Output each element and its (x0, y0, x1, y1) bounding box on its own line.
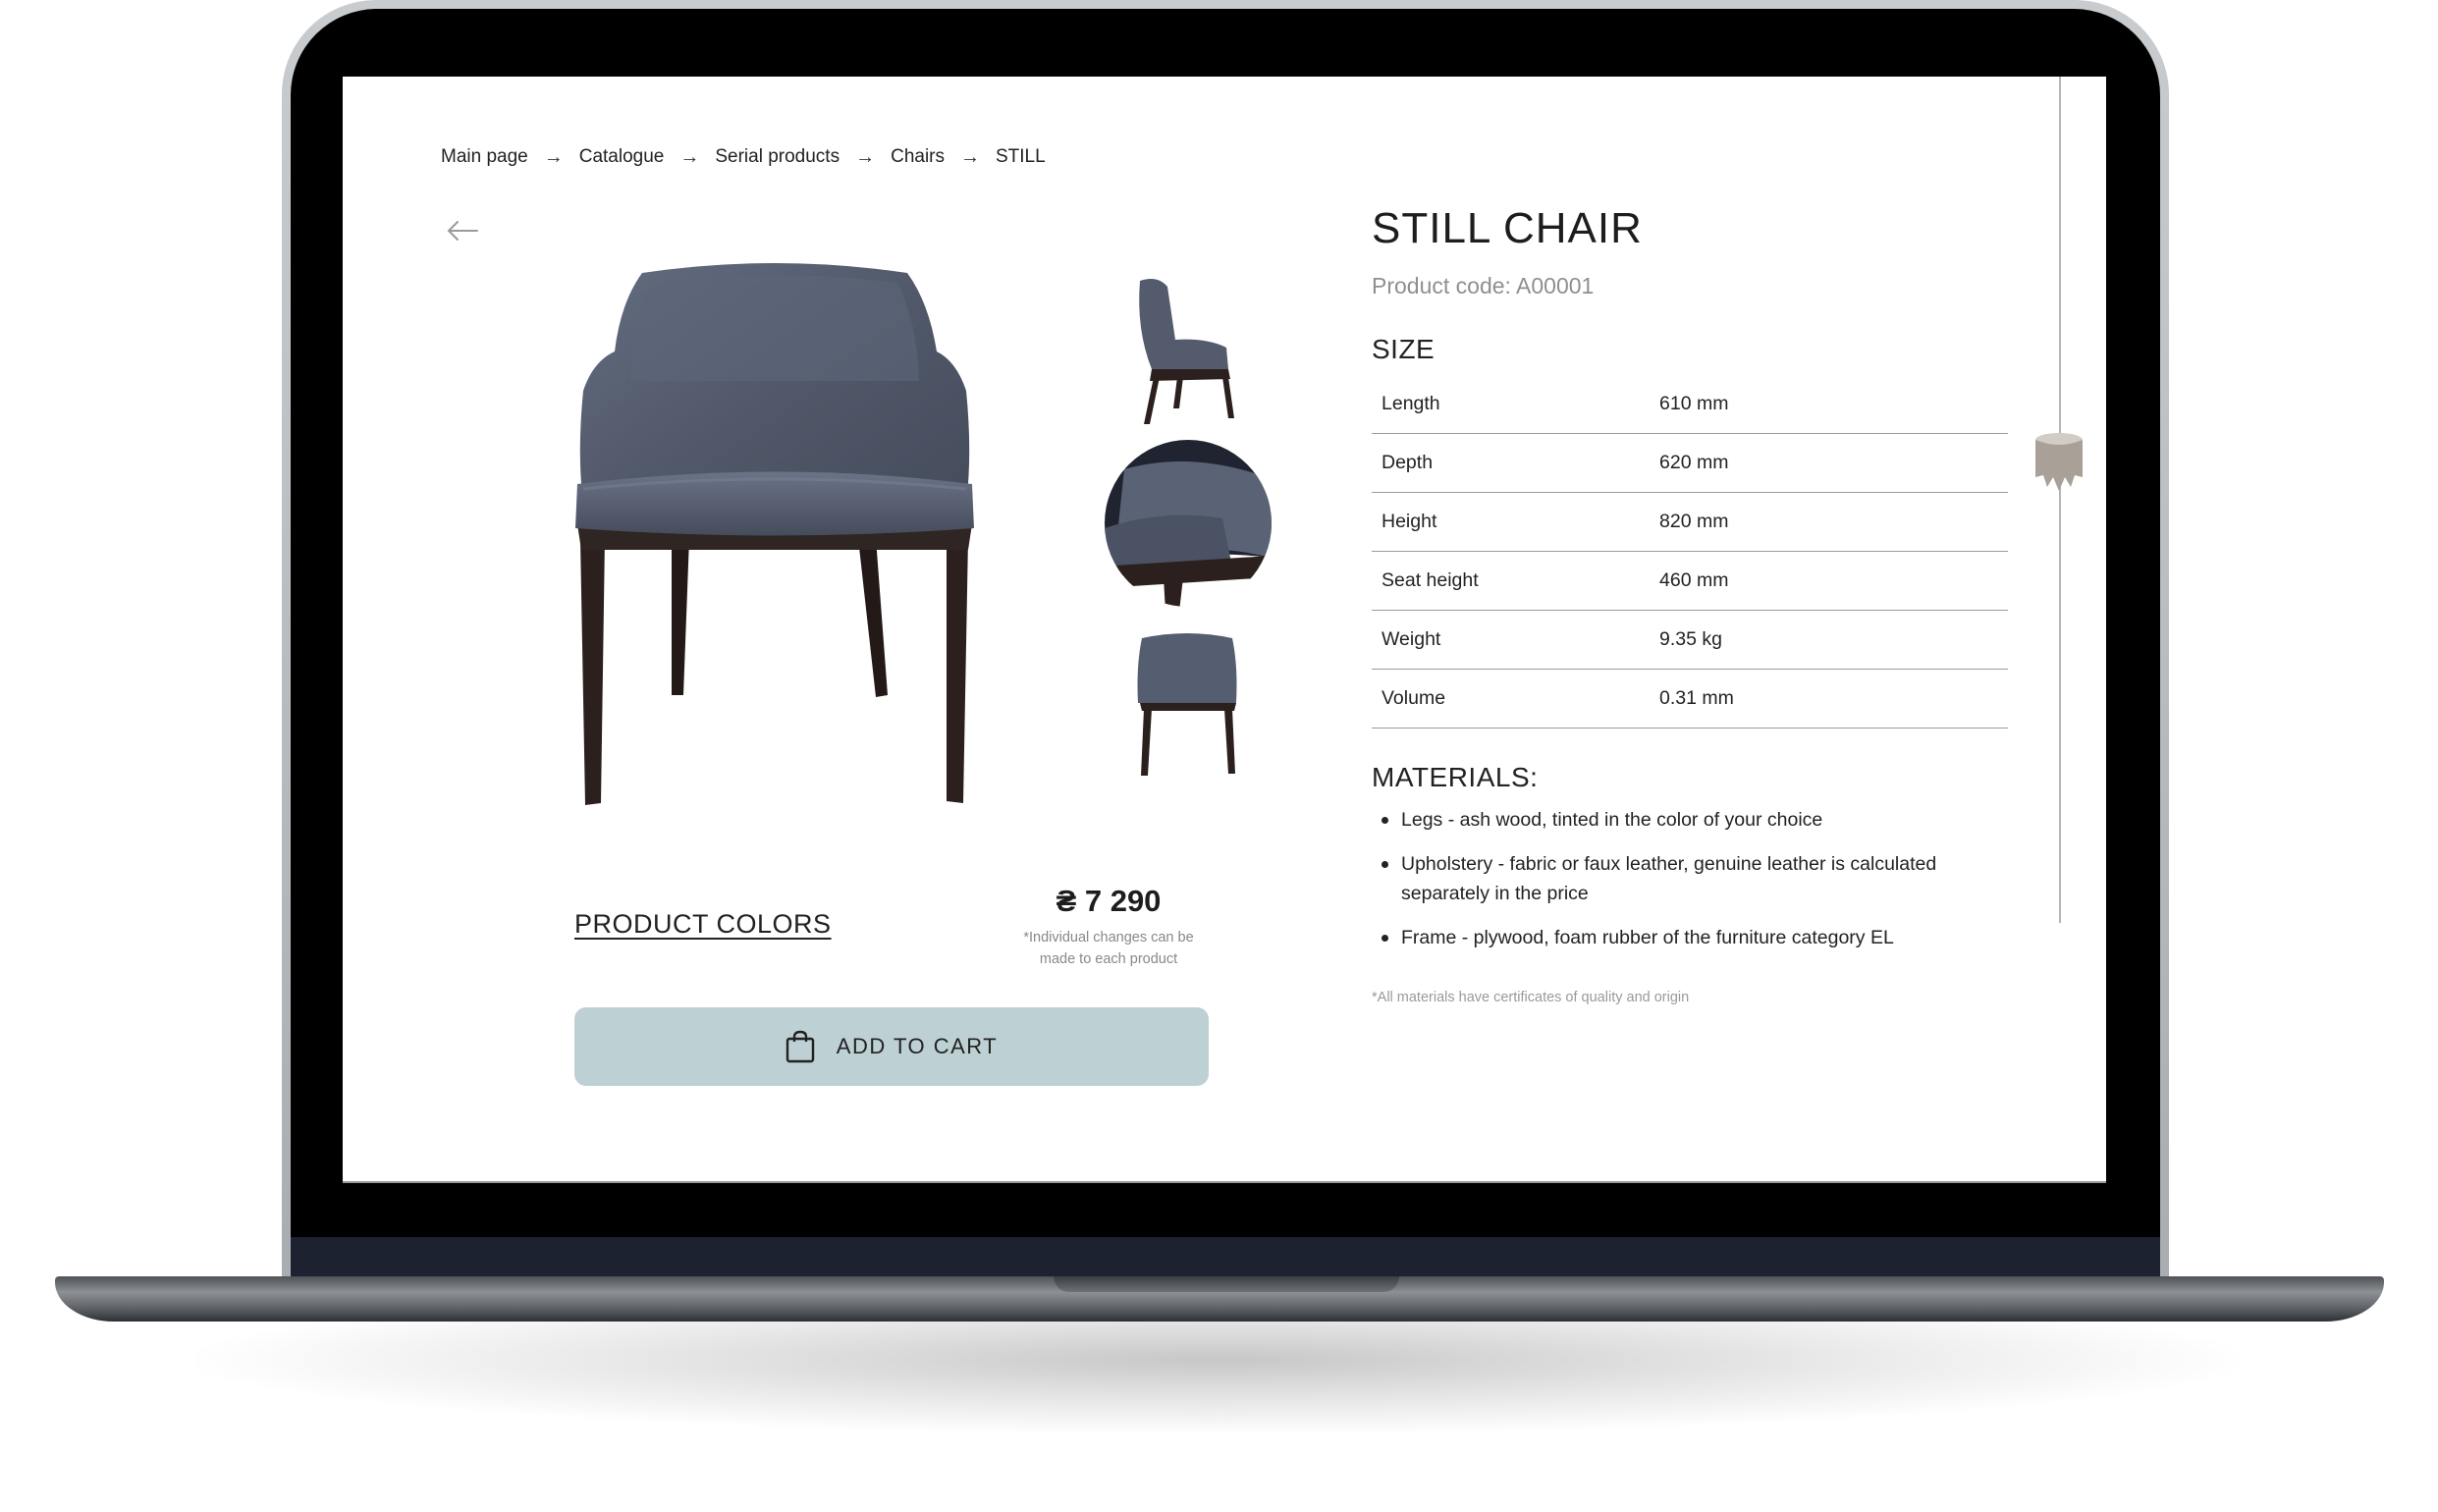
table-row: Seat height 460 mm (1372, 551, 2008, 611)
table-row: Volume 0.31 mm (1372, 669, 2008, 729)
scroll-track[interactable] (2059, 77, 2061, 923)
table-row: Height 820 mm (1372, 492, 2008, 552)
materials-note: *All materials have certificates of qual… (1372, 990, 1690, 1005)
arrow-right-icon: → (855, 145, 876, 168)
breadcrumb-item-chairs[interactable]: Chairs (891, 146, 945, 168)
screen: Main page → Catalogue → Serial products … (343, 77, 2106, 1183)
shopping-bag-icon (786, 1030, 814, 1063)
spec-label: Seat height (1372, 551, 1659, 611)
spec-value: 460 mm (1659, 551, 2008, 611)
product-main-image (575, 263, 974, 805)
list-item: Frame - plywood, foam rubber of the furn… (1372, 923, 2000, 952)
spec-value: 610 mm (1659, 375, 2008, 434)
product-thumbnail-back[interactable] (1128, 626, 1246, 783)
materials-heading: MATERIALS: (1372, 762, 1539, 792)
product-colors-link[interactable]: PRODUCT COLORS (574, 909, 832, 940)
product-title: STILL CHAIR (1372, 204, 1643, 252)
breadcrumb-item-main-page[interactable]: Main page (441, 146, 528, 168)
breadcrumb: Main page → Catalogue → Serial products … (441, 145, 1046, 169)
spec-value: 620 mm (1659, 433, 2008, 493)
list-item: Legs - ash wood, tinted in the color of … (1372, 805, 2000, 835)
breadcrumb-item-catalogue[interactable]: Catalogue (579, 146, 665, 168)
spec-label: Weight (1372, 610, 1659, 670)
table-row: Weight 9.35 kg (1372, 610, 2008, 670)
table-row: Depth 620 mm (1372, 433, 2008, 493)
price-note: *Individual changes can be made to each … (1023, 930, 1194, 967)
stool-scroll-handle-icon[interactable] (2033, 432, 2085, 493)
arrow-left-icon[interactable] (446, 220, 479, 242)
spec-label: Volume (1372, 669, 1659, 729)
spec-label: Depth (1372, 433, 1659, 493)
spec-value: 9.35 kg (1659, 610, 2008, 670)
breadcrumb-item-current: STILL (996, 146, 1046, 167)
arrow-right-icon: → (960, 145, 980, 168)
arrow-right-icon: → (679, 145, 700, 168)
add-to-cart-button[interactable]: ADD TO CART (574, 1007, 1209, 1086)
breadcrumb-item-serial-products[interactable]: Serial products (715, 146, 840, 168)
add-to-cart-label: ADD TO CART (836, 1034, 999, 1058)
size-table: Length 610 mm Depth 620 mm Height 820 mm… (1372, 375, 2008, 729)
product-code: Product code: A00001 (1372, 273, 1595, 298)
spec-value: 820 mm (1659, 492, 2008, 552)
size-heading: SIZE (1372, 334, 1436, 364)
spec-label: Height (1372, 492, 1659, 552)
spec-label: Length (1372, 375, 1659, 434)
product-price: ₴ 7 290 (1056, 884, 1162, 918)
arrow-right-icon: → (543, 145, 564, 168)
product-thumbnail-side[interactable] (1128, 271, 1246, 428)
product-thumbnail-detail[interactable] (1105, 440, 1272, 612)
laptop-notch (1054, 1276, 1399, 1292)
list-item: Upholstery - fabric or faux leather, gen… (1372, 849, 2000, 908)
spec-value: 0.31 mm (1659, 669, 2008, 729)
table-row: Length 610 mm (1372, 375, 2008, 434)
materials-list: Legs - ash wood, tinted in the color of … (1372, 805, 2000, 967)
